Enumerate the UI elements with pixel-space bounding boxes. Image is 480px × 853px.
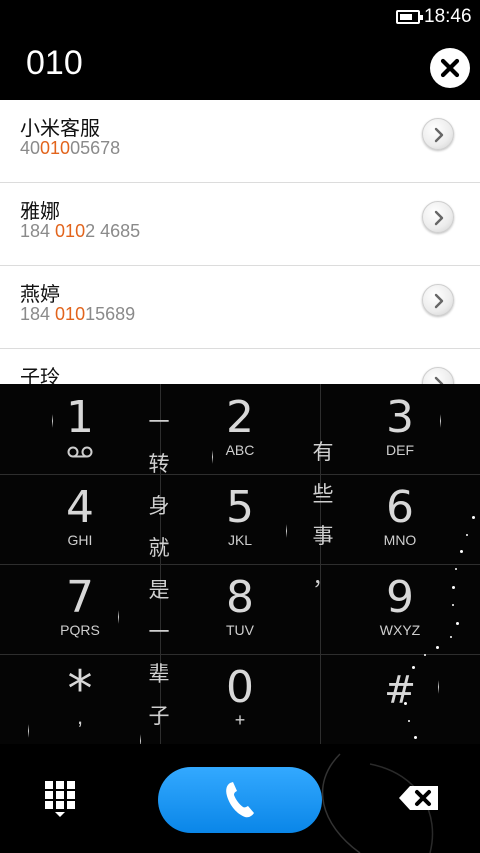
contact-match-list: 小米客服 4001005678 雅娜 184 0102 4685 燕婷 184 … bbox=[0, 100, 480, 384]
dial-key-4[interactable]: 4 GHI bbox=[0, 474, 160, 564]
delete-button[interactable] bbox=[398, 784, 440, 812]
contact-name: 燕婷 bbox=[20, 282, 60, 306]
chevron-right-icon bbox=[434, 293, 444, 309]
close-icon bbox=[440, 58, 460, 78]
status-bar: 18:46 bbox=[0, 0, 480, 36]
dial-key-1[interactable]: 1 bbox=[0, 384, 160, 474]
typed-number: 010 bbox=[26, 44, 83, 82]
dial-key-7[interactable]: 7 PQRS bbox=[0, 564, 160, 654]
dialpad: 1 2 ABC 3 DEF 4 GHI 5 JKL 6 MNO 7 PQRS 8… bbox=[0, 384, 480, 744]
contact-row[interactable]: 子玲 bbox=[0, 349, 480, 384]
contact-row[interactable]: 雅娜 184 0102 4685 bbox=[0, 183, 480, 266]
backspace-icon bbox=[399, 786, 438, 810]
dial-key-3[interactable]: 3 DEF bbox=[320, 384, 480, 474]
status-time: 18:46 bbox=[424, 6, 472, 27]
dial-key-star[interactable]: * , bbox=[0, 654, 160, 744]
dial-key-2[interactable]: 2 ABC bbox=[160, 384, 320, 474]
contact-detail-button[interactable] bbox=[422, 201, 454, 233]
contact-name: 子玲 bbox=[20, 365, 60, 384]
contact-detail-button[interactable] bbox=[422, 367, 454, 384]
chevron-right-icon bbox=[434, 210, 444, 226]
contact-number: 4001005678 bbox=[20, 138, 121, 158]
battery-icon bbox=[396, 10, 423, 24]
dial-header: 010 bbox=[0, 36, 480, 100]
contact-row[interactable]: 燕婷 184 01015689 bbox=[0, 266, 480, 349]
clear-input-button[interactable] bbox=[430, 48, 470, 88]
contact-name: 雅娜 bbox=[20, 199, 60, 223]
chevron-right-icon bbox=[434, 127, 444, 143]
wallpaper-poem-right: 有 些 事 ， bbox=[312, 440, 334, 590]
contact-detail-button[interactable] bbox=[422, 284, 454, 316]
contact-row[interactable]: 小米客服 4001005678 bbox=[0, 100, 480, 183]
contact-number: 184 01015689 bbox=[20, 304, 136, 324]
contact-detail-button[interactable] bbox=[422, 118, 454, 150]
bottom-bar bbox=[0, 744, 480, 853]
chevron-right-icon bbox=[434, 376, 444, 384]
dial-key-9[interactable]: 9 WXYZ bbox=[320, 564, 480, 654]
contact-name: 小米客服 bbox=[20, 116, 100, 140]
dial-key-8[interactable]: 8 TUV bbox=[160, 564, 320, 654]
wallpaper-poem-left: 一 转 身 就 是 一 辈 子 bbox=[148, 410, 170, 728]
call-button[interactable] bbox=[158, 767, 322, 833]
dial-key-0[interactable]: 0 + bbox=[160, 654, 320, 744]
dial-key-hash[interactable]: # bbox=[320, 654, 480, 744]
phone-icon bbox=[226, 782, 254, 818]
voicemail-icon bbox=[67, 446, 93, 458]
keypad-toggle-button[interactable] bbox=[40, 780, 80, 820]
wallpaper-curve bbox=[321, 753, 434, 853]
contact-number: 184 0102 4685 bbox=[20, 221, 141, 241]
dial-key-5[interactable]: 5 JKL bbox=[160, 474, 320, 564]
dial-key-6[interactable]: 6 MNO bbox=[320, 474, 480, 564]
keypad-grid-icon bbox=[45, 781, 75, 817]
